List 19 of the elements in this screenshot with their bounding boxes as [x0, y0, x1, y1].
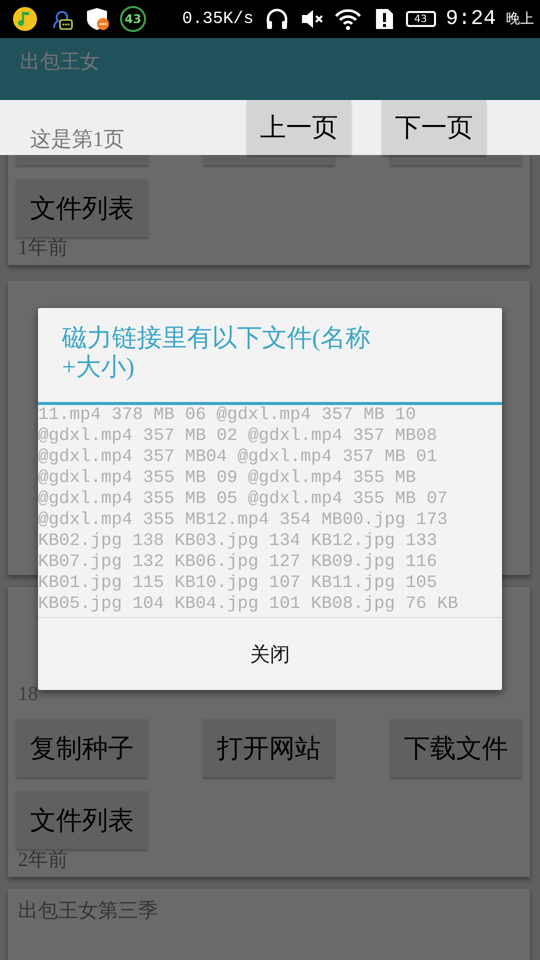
- battery-indicator: 43: [406, 11, 436, 27]
- notification-badge: 43: [120, 6, 146, 32]
- app-title: 出包王女: [20, 51, 100, 73]
- time-period: 晚上: [506, 10, 534, 28]
- page-label: 这是第1页: [30, 126, 126, 153]
- music-app-icon: [12, 6, 38, 32]
- action-button[interactable]: 文件列表: [16, 791, 148, 849]
- file-list-button[interactable]: 文件列表: [16, 179, 148, 237]
- clock-time: 9:24: [446, 8, 496, 30]
- shield-app-icon: [84, 6, 110, 32]
- file-list-text: 11.mp4 378 MB 06 @gdxl.mp4 357 MB 10 @gdxl.mp4 357 MB 02 @gdxl.mp4 357 MB08 @gdxl.mp4 357 MB04 @gdxl.mp4 357 MB 01 @gdxl.mp4 355 MB 09 @gdxl.mp4 355 MB @gdxl.mp4 355 MB 05 @gdxl.mp4 355 MB 07 @gdxl.mp4 355 MB12.mp4 354 MB00.jpg 173 KB02.jpg 138 KB03.jpg 134 KB12.jpg 133 KB07.jpg 132 KB06.jpg 127 KB09.jpg 116 KB01.jpg 115 KB10.jpg 107 KB11.jpg 105 KB05.jpg 104 KB04.jpg 101 KB08.jpg 76 KB: [38, 405, 502, 618]
- action-button[interactable]: 打开网站: [203, 719, 335, 777]
- page-button[interactable]: 上一页: [247, 100, 351, 155]
- close-button[interactable]: 关闭: [38, 618, 502, 690]
- page-button[interactable]: 下一页: [382, 100, 486, 155]
- action-button[interactable]: 下载文件: [390, 719, 522, 777]
- dialog-title: 磁力链接里有以下文件(名称+大小): [38, 308, 502, 405]
- action-button[interactable]: 复制种子: [16, 719, 148, 777]
- network-speed: 0.35K/s: [182, 10, 254, 28]
